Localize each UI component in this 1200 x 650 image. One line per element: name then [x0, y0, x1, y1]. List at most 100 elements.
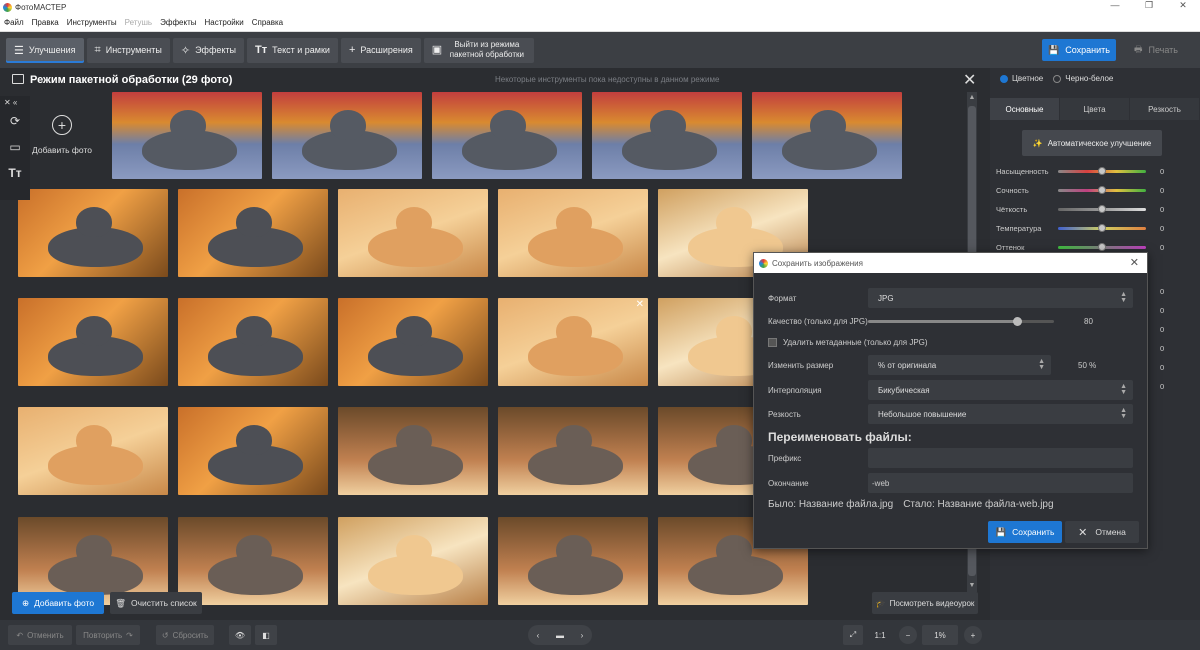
- auto-enhance-button[interactable]: ✨ Автоматическое улучшение: [1022, 130, 1162, 156]
- adjust-slider-row[interactable]: Температура 0: [996, 222, 1196, 234]
- adjust-slider-row[interactable]: Чёткость 0: [996, 203, 1196, 215]
- compare-button[interactable]: ◧: [255, 625, 277, 645]
- chevron-left-icon: ‹: [536, 630, 540, 640]
- photo-thumbnail[interactable]: ✕: [498, 298, 648, 386]
- cat-head-shape: [556, 425, 592, 455]
- photo-thumbnail[interactable]: [432, 92, 582, 179]
- interp-select[interactable]: Бикубическая ▲ ▼: [868, 380, 1133, 400]
- menu-tools[interactable]: Инструменты: [67, 18, 117, 27]
- slider-label: Оттенок: [996, 242, 1025, 252]
- browse-button[interactable]: ▬: [548, 625, 572, 645]
- rename-preview: Было: Название файла.jpg Стало: Название…: [768, 494, 1054, 514]
- quality-slider[interactable]: [868, 317, 1054, 326]
- checkbox[interactable]: [768, 337, 777, 347]
- dialog-save-button[interactable]: 💾 Сохранить: [988, 521, 1062, 543]
- remove-meta-row[interactable]: Удалить метаданные (только для JPG): [768, 332, 928, 352]
- menu-retouch[interactable]: Ретушь: [125, 18, 153, 27]
- tab-sharpness[interactable]: Резкость: [1130, 98, 1199, 120]
- undo-button[interactable]: ↶ Отменить: [8, 625, 72, 645]
- zoom-value: 1%: [922, 625, 958, 645]
- menu-file[interactable]: Файл: [4, 18, 24, 27]
- photo-thumbnail[interactable]: [178, 189, 328, 277]
- cat-head-shape: [396, 207, 432, 237]
- suffix-input[interactable]: -web: [868, 473, 1133, 493]
- prefix-input[interactable]: [868, 448, 1133, 468]
- resize-percent[interactable]: 50 %: [1078, 355, 1096, 375]
- maximize-button[interactable]: ❐: [1132, 0, 1166, 11]
- resize-select[interactable]: % от оригинала ▲ ▼: [868, 355, 1051, 375]
- slider-knob[interactable]: [1098, 243, 1106, 251]
- text-tool-icon[interactable]: Tт: [0, 160, 30, 186]
- photo-thumbnail[interactable]: [178, 298, 328, 386]
- menu-help[interactable]: Справка: [252, 18, 283, 27]
- dialog-close-icon[interactable]: ✕: [1130, 256, 1139, 269]
- tab-basic[interactable]: Основные: [990, 98, 1059, 120]
- menu-effects[interactable]: Эффекты: [160, 18, 196, 27]
- adjust-slider-row[interactable]: Сочность 0: [996, 184, 1196, 196]
- slider-knob[interactable]: [1098, 224, 1106, 232]
- photo-thumbnail[interactable]: [752, 92, 902, 179]
- photo-thumbnail[interactable]: [338, 298, 488, 386]
- redo-button[interactable]: Повторить ↷: [76, 625, 140, 645]
- photo-thumbnail[interactable]: [498, 189, 648, 277]
- dialog-cancel-button[interactable]: ✕ Отмена: [1065, 521, 1139, 543]
- slider-knob[interactable]: [1098, 167, 1106, 175]
- photo-thumbnail[interactable]: [592, 92, 742, 179]
- tab-tools[interactable]: ⌗ Инструменты: [86, 37, 170, 63]
- slider-value: 0: [1160, 325, 1165, 334]
- add-photo-button[interactable]: ⊕ Добавить фото: [12, 592, 104, 614]
- exit-batch-button[interactable]: ▣ Выйти из режима пакетной обработки: [423, 37, 534, 63]
- zoom-in-button[interactable]: +: [964, 626, 982, 644]
- photo-thumbnail[interactable]: [178, 407, 328, 495]
- prev-photo-button[interactable]: ‹: [528, 625, 548, 645]
- remove-meta-label: Удалить метаданные (только для JPG): [783, 337, 928, 347]
- zoom-out-button[interactable]: −: [899, 626, 917, 644]
- collapse-icon[interactable]: ✕ «: [0, 96, 30, 108]
- bw-mode-radio[interactable]: Черно-белое: [1053, 74, 1113, 83]
- tab-enhancements[interactable]: ☰ Улучшения: [6, 37, 84, 63]
- color-mode-radio[interactable]: Цветное: [1000, 74, 1043, 83]
- menu-edit[interactable]: Правка: [32, 18, 59, 27]
- minimize-button[interactable]: —: [1098, 0, 1132, 11]
- was-text: Было: Название файла.jpg: [768, 498, 894, 510]
- close-batch-icon[interactable]: ✕: [963, 70, 976, 90]
- menu-settings[interactable]: Настройки: [204, 18, 243, 27]
- tab-effects[interactable]: ✧ Эффекты: [172, 37, 244, 63]
- sharp-select[interactable]: Небольшое повышение ▲ ▼: [868, 404, 1133, 424]
- print-button[interactable]: 🖶 Печать: [1120, 39, 1192, 61]
- scroll-up-icon[interactable]: ▲: [967, 94, 977, 101]
- preview-button[interactable]: 👁: [229, 625, 251, 645]
- remove-photo-icon[interactable]: ✕: [636, 299, 644, 310]
- reset-button[interactable]: ↺ Сбросить: [156, 625, 214, 645]
- tab-extensions[interactable]: + Расширения: [340, 37, 421, 63]
- video-tutorial-button[interactable]: 🎓 Посмотреть видеоурок: [872, 592, 978, 614]
- plus-icon: +: [970, 630, 976, 640]
- photo-thumbnail[interactable]: [112, 92, 262, 179]
- photo-thumbnail[interactable]: [338, 189, 488, 277]
- ratio-button[interactable]: 1:1: [869, 625, 891, 645]
- tab-colors[interactable]: Цвета: [1060, 98, 1129, 120]
- photo-thumbnail[interactable]: [18, 189, 168, 277]
- save-button[interactable]: 💾 Сохранить: [1042, 39, 1116, 61]
- slider-knob[interactable]: [1098, 205, 1106, 213]
- format-select[interactable]: JPG ▲ ▼: [868, 288, 1133, 308]
- add-photo-tile[interactable]: + Добавить фото: [22, 92, 102, 178]
- frame-icon[interactable]: ▭: [0, 134, 30, 160]
- quality-knob[interactable]: [1013, 317, 1022, 326]
- clear-list-button[interactable]: 🗑 Очистить список: [110, 592, 202, 614]
- dialog-title: Сохранить изображения: [772, 258, 863, 268]
- next-photo-button[interactable]: ›: [572, 625, 592, 645]
- interp-value: Бикубическая: [878, 385, 930, 395]
- photo-thumbnail[interactable]: [272, 92, 422, 179]
- ratio-label: 1:1: [874, 630, 886, 640]
- photo-thumbnail[interactable]: [498, 407, 648, 495]
- photo-thumbnail[interactable]: [18, 298, 168, 386]
- tab-text-frames[interactable]: Tт Текст и рамки: [247, 37, 338, 63]
- close-window-button[interactable]: ✕: [1166, 0, 1200, 11]
- rotate-icon[interactable]: ⟳: [0, 108, 30, 134]
- photo-thumbnail[interactable]: [338, 407, 488, 495]
- fit-screen-button[interactable]: ⤢: [843, 625, 863, 645]
- slider-knob[interactable]: [1098, 186, 1106, 194]
- photo-thumbnail[interactable]: [18, 407, 168, 495]
- adjust-slider-row[interactable]: Насыщенность 0: [996, 165, 1196, 177]
